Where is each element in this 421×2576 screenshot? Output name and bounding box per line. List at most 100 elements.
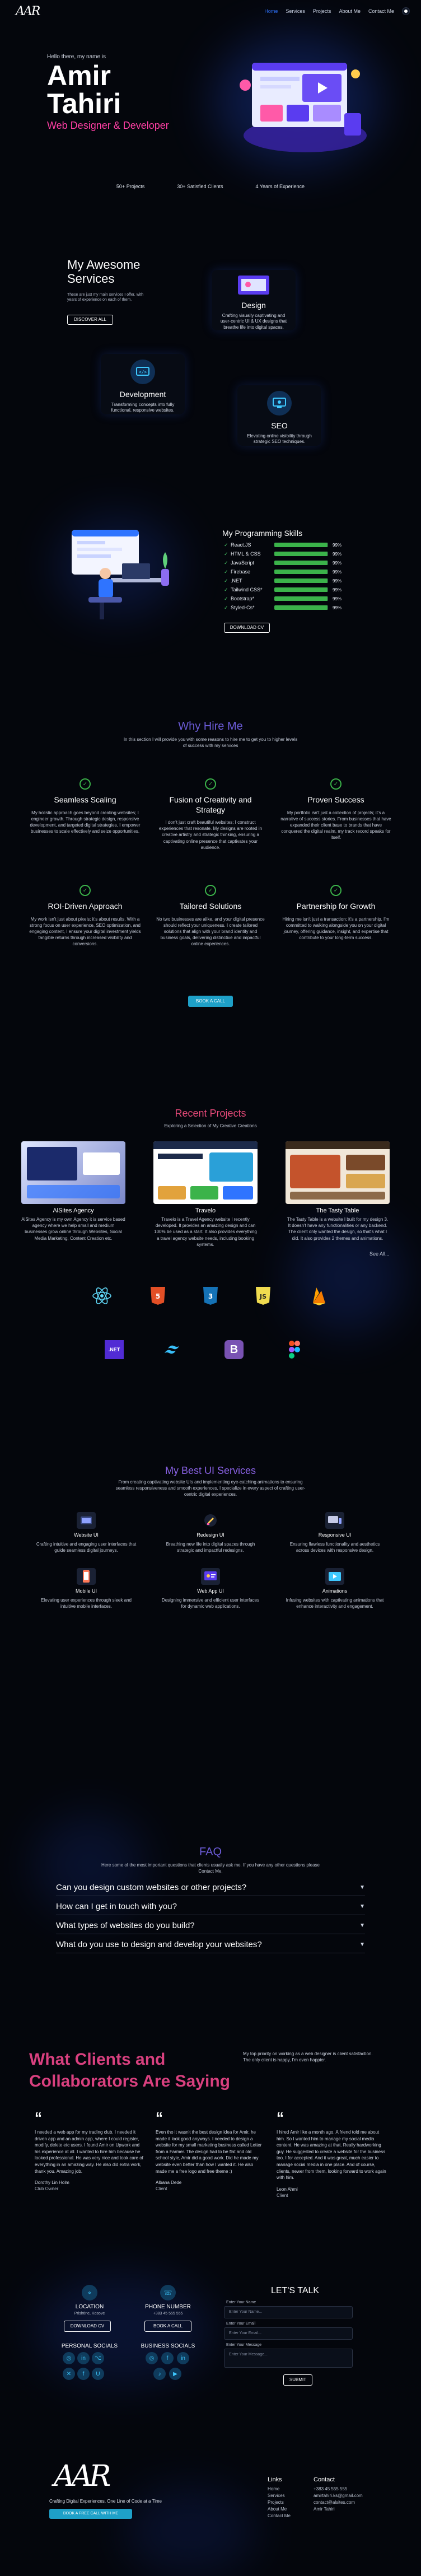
javascript-icon: JS xyxy=(251,1284,275,1308)
facebook-icon[interactable]: f xyxy=(161,2352,174,2364)
book-call-button[interactable]: BOOK A CALL xyxy=(144,2321,191,2332)
why-item-title: Proven Success xyxy=(307,795,364,804)
why-subtitle: In this section I will provide you with … xyxy=(123,737,298,748)
react-icon xyxy=(90,1284,114,1308)
quote-icon: “ xyxy=(277,2109,284,2126)
footer-book-call-button[interactable]: BOOK A FREE CALL WITH ME xyxy=(49,2509,132,2519)
figma-icon xyxy=(282,1337,307,1362)
site-logo[interactable]: AAR xyxy=(16,4,40,18)
project-card-tasty-table[interactable]: The Tasty Table The Tasty Table is a web… xyxy=(286,1141,390,1242)
footer-email[interactable]: amirtahiri.ks@gmail.com xyxy=(314,2493,363,2498)
ui-service-desc: Crafting intuitive and engaging user int… xyxy=(36,1542,137,1553)
seo-icon xyxy=(267,391,292,416)
project-thumbnail[interactable] xyxy=(286,1141,390,1204)
check-icon: ✓ xyxy=(224,559,228,566)
youtube-icon[interactable]: ▶ xyxy=(169,2368,181,2380)
faq-item[interactable]: What do you use to design and develop yo… xyxy=(56,1936,365,1953)
footer-link-about[interactable]: About Me xyxy=(268,2507,287,2512)
download-cv-button[interactable]: DOWNLOAD CV xyxy=(64,2321,111,2332)
service-card-design[interactable]: Design Crafting visually captivating and… xyxy=(212,270,296,330)
nav-link-projects[interactable]: Projects xyxy=(313,8,331,14)
service-card-title: SEO xyxy=(271,421,288,430)
ui-service-desc: Ensuring flawless functionality and aest… xyxy=(289,1542,380,1553)
clients-title-line2: Collaborators Are Saying xyxy=(29,2072,230,2090)
project-thumbnail[interactable] xyxy=(21,1141,125,1204)
project-desc: AlSites Agency is my own Agency it is se… xyxy=(21,1217,125,1241)
book-call-button[interactable]: BOOK A CALL xyxy=(188,996,233,1007)
theme-toggle-icon[interactable] xyxy=(402,7,410,15)
nav-link-services[interactable]: Services xyxy=(286,8,305,14)
why-item-desc: My work isn't just about pixels; it's ab… xyxy=(29,916,141,947)
developer-illustration xyxy=(72,530,169,619)
testimonial-card: “ I hired Amir like a month ago. A frien… xyxy=(277,2110,386,2198)
footer-logo[interactable]: AAR xyxy=(54,2460,111,2493)
footer-link-services[interactable]: Services xyxy=(268,2493,285,2498)
instagram-icon[interactable]: ◎ xyxy=(63,2352,75,2364)
faq-item[interactable]: Can you design custom websites or other … xyxy=(56,1879,365,1896)
linkedin-icon[interactable]: in xyxy=(77,2352,90,2364)
check-icon: ✓ xyxy=(224,542,228,548)
service-card-seo[interactable]: SEO Elevating online visibility through … xyxy=(237,385,321,446)
testimonial-name: Dorothy Lin Holm xyxy=(35,2180,69,2186)
facebook-icon[interactable]: f xyxy=(77,2368,90,2380)
project-thumbnail[interactable] xyxy=(153,1141,258,1204)
service-card-development[interactable]: </> Development Transforming concepts in… xyxy=(101,354,185,414)
tiktok-icon[interactable]: ♪ xyxy=(153,2368,166,2380)
discover-all-button[interactable]: DISCOVER ALL xyxy=(67,315,113,325)
design-illustration-icon xyxy=(238,276,269,295)
skill-percent: 99% xyxy=(333,551,342,557)
ui-service-desc: Designing immersive and efficient user i… xyxy=(161,1598,260,1609)
dotnet-icon: .NET xyxy=(102,1337,127,1362)
skill-percent: 99% xyxy=(333,596,342,601)
see-all-link[interactable]: See All... xyxy=(369,1251,390,1257)
check-circle-icon: ✓ xyxy=(330,778,342,790)
upwork-icon[interactable]: U xyxy=(92,2368,104,2380)
name-field[interactable]: Enter Your Name... xyxy=(224,2306,353,2318)
check-circle-icon: ✓ xyxy=(330,885,342,896)
ui-services-title: My Best UI Services xyxy=(165,1465,256,1476)
faq-item[interactable]: How can I get in touch with you? ▼ xyxy=(56,1898,365,1915)
skill-progress-bar xyxy=(274,543,328,547)
nav-link-contact[interactable]: Contact Me xyxy=(368,8,394,14)
email-field[interactable]: Enter Your Email... xyxy=(224,2327,353,2340)
development-icon: </> xyxy=(130,360,155,384)
skill-name: Styled-Cs* xyxy=(231,605,255,610)
skill-progress-bar xyxy=(274,605,328,610)
ui-service-redesign: Redesign UI Breathing new life into digi… xyxy=(160,1512,261,1553)
why-item-desc: No two businesses are alike, and your di… xyxy=(156,916,265,947)
business-socials-label: BUSINESS SOCIALS xyxy=(141,2343,195,2349)
ui-services-subtitle: From creating captivating website UIs an… xyxy=(115,1480,306,1497)
instagram-icon[interactable]: ◎ xyxy=(146,2352,158,2364)
ui-service-title: Mobile UI xyxy=(75,1588,97,1594)
download-cv-button[interactable]: DOWNLOAD CV xyxy=(224,623,270,633)
twitter-icon[interactable]: ✕ xyxy=(63,2368,75,2380)
message-field[interactable]: Enter Your Message... xyxy=(224,2349,353,2368)
services-title-line2: Services xyxy=(67,272,115,286)
chevron-down-icon: ▼ xyxy=(359,1884,365,1891)
project-card-alsites[interactable]: AlSites Agency AlSites Agency is my own … xyxy=(21,1141,125,1242)
nav-link-about[interactable]: About Me xyxy=(339,8,361,14)
skill-percent: 99% xyxy=(333,587,342,592)
hero-last-name: Tahiri xyxy=(47,88,121,119)
project-card-travelo[interactable]: Travelo Travelo is a Travel Agency websi… xyxy=(153,1141,258,1248)
phone-value: +383 45 555 555 xyxy=(153,2312,183,2316)
skill-percent: 99% xyxy=(333,605,342,610)
github-icon[interactable]: ⌥ xyxy=(92,2352,104,2364)
check-icon: ✓ xyxy=(224,550,228,557)
nav-link-home[interactable]: Home xyxy=(264,8,278,14)
linkedin-icon[interactable]: in xyxy=(177,2352,189,2364)
footer-link-home[interactable]: Home xyxy=(268,2486,279,2491)
testimonial-text: Even tho it wasn't the best design idea … xyxy=(156,2130,262,2174)
footer-link-projects[interactable]: Projects xyxy=(268,2500,284,2505)
footer-business-email[interactable]: contact@alsites.com xyxy=(314,2500,355,2505)
skill-progress-bar xyxy=(274,561,328,565)
why-item-success: ✓ Proven Success My portfolio isn't just… xyxy=(280,778,392,841)
quote-icon: “ xyxy=(156,2109,163,2126)
hero-illustration xyxy=(240,63,367,152)
footer-link-contact[interactable]: Contact Me xyxy=(268,2513,291,2518)
submit-button[interactable]: SUBMIT xyxy=(283,2374,312,2386)
testimonial-card: “ Even tho it wasn't the best design ide… xyxy=(156,2110,265,2191)
faq-item[interactable]: What types of websites do you build? ▼ xyxy=(56,1917,365,1934)
project-title: AlSites Agency xyxy=(53,1207,94,1214)
footer-phone[interactable]: +383 45 555 555 xyxy=(314,2486,347,2491)
